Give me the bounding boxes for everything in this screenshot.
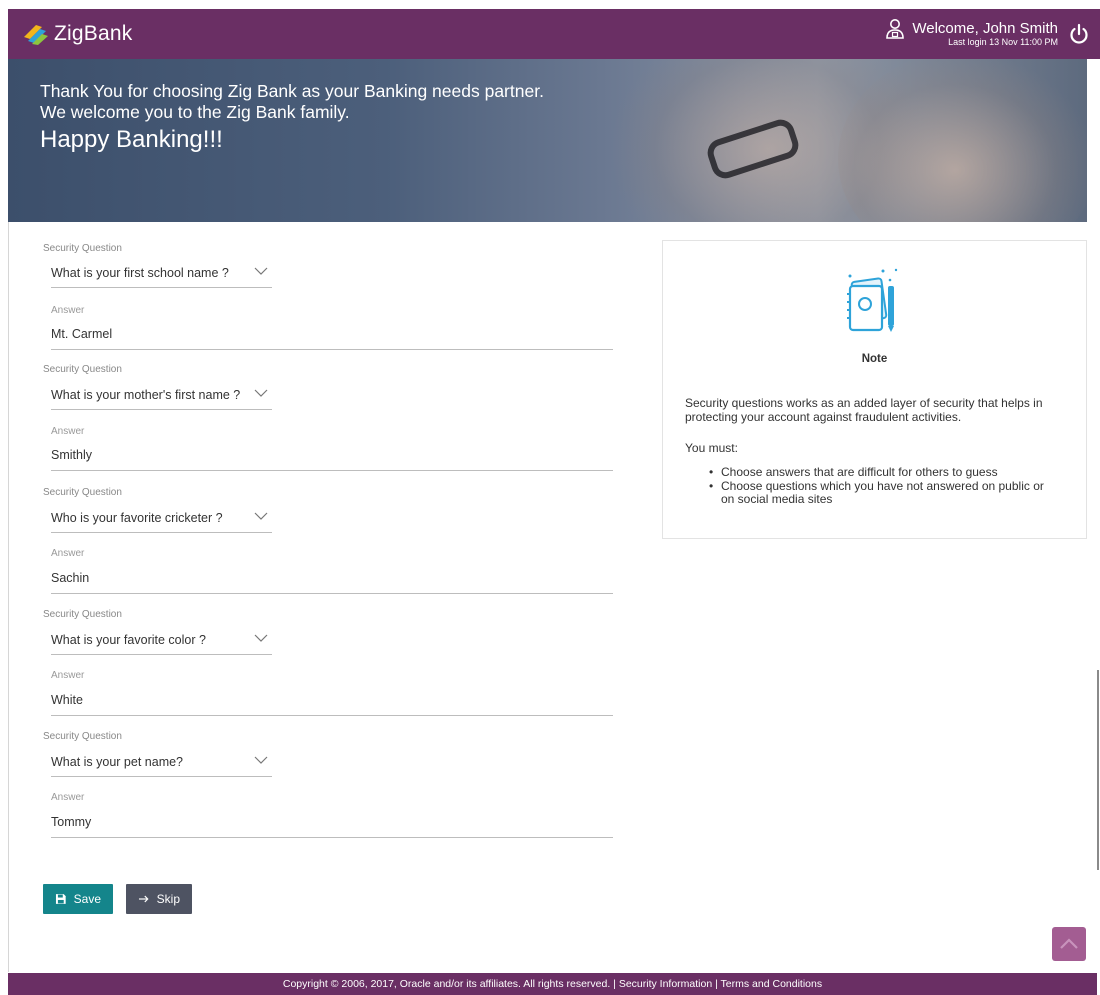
note-must-heading: You must: [685,441,738,455]
zigbank-logo-icon [24,25,48,45]
logo[interactable]: ZigBank [22,20,132,48]
user-icon[interactable] [884,18,906,40]
answer-value: White [51,693,83,707]
banner-text: Thank You for choosing Zig Bank as your … [40,81,544,155]
notebook-illustration-icon [847,268,898,332]
answer-input-2[interactable]: Smithly [51,444,613,471]
answer-label: Answer [51,670,85,681]
chevron-down-icon [254,512,268,520]
banner-line-3: Happy Banking!!! [40,126,223,153]
chevron-up-icon [1060,938,1078,949]
save-button[interactable]: Save [43,884,113,914]
brand-name: ZigBank [54,22,133,45]
last-login-text: Last login 13 Nov 11:00 PM [948,37,1058,47]
banner-line-1: Thank You for choosing Zig Bank as your … [40,81,544,101]
power-icon[interactable] [1068,23,1090,45]
chevron-down-icon [254,267,268,275]
banner-line-2: We welcome you to the Zig Bank family. [40,102,350,122]
answer-value: Tommy [51,815,92,829]
answer-label: Answer [51,426,85,437]
answer-input-5[interactable]: Tommy [51,811,613,838]
user-area: Welcome, John Smith Last login 13 Nov 11… [884,17,1090,51]
security-question-label: Security Question [43,243,122,254]
security-question-value: What is your first school name ? [51,266,229,280]
answer-input-4[interactable]: White [51,689,613,716]
answer-label: Answer [51,305,85,316]
answer-value: Sachin [51,571,90,585]
security-question-value: What is your mother's first name ? [51,388,241,402]
skip-button[interactable]: Skip [126,884,192,914]
security-question-value: What is your favorite color ? [51,633,206,647]
user-info: Welcome, John Smith Last login 13 Nov 11… [912,21,1058,47]
banner-photo-figure [838,59,1087,222]
note-title: Note [861,353,888,365]
security-question-select-4[interactable]: What is your favorite color ? [51,629,272,655]
floppy-disk-icon [55,894,66,904]
answer-label: Answer [51,548,85,559]
note-bullet-list: Choose answers that are difficult for ot… [707,465,1057,507]
security-question-label: Security Question [43,364,122,375]
answer-value: Mt. Carmel [51,327,113,341]
security-question-select-3[interactable]: Who is your favorite cricketer ? [51,507,272,533]
note-description: Security questions works as an added lay… [685,396,1043,424]
security-question-value: What is your pet name? [51,755,184,769]
security-question-select-1[interactable]: What is your first school name ? [51,262,272,288]
list-item: Choose questions which you have not answ… [707,479,1057,507]
welcome-text: Welcome, John Smith [912,20,1058,37]
answer-input-1[interactable]: Mt. Carmel [51,323,613,350]
scrollbar[interactable] [1097,670,1099,870]
note-panel: Note Security questions works as an adde… [662,240,1087,539]
answer-label: Answer [51,792,85,803]
security-question-label: Security Question [43,609,122,620]
footer: Copyright © 2006, 2017, Oracle and/or it… [8,973,1097,995]
scroll-to-top-button[interactable] [1052,927,1086,961]
app-header: ZigBank Welcome, John Smith Last login 1… [8,9,1100,59]
welcome-banner: Thank You for choosing Zig Bank as your … [8,59,1087,222]
security-question-value: Who is your favorite cricketer ? [51,511,223,525]
answer-input-3[interactable]: Sachin [51,567,613,594]
list-item: Choose answers that are difficult for ot… [707,465,1057,480]
save-button-label: Save [73,892,101,906]
chevron-down-icon [254,756,268,764]
chevron-down-icon [254,389,268,397]
arrow-right-icon [138,895,149,903]
answer-value: Smithly [51,448,92,462]
security-question-label: Security Question [43,487,122,498]
footer-text: Copyright © 2006, 2017, Oracle and/or it… [282,978,823,990]
skip-button-label: Skip [156,892,180,906]
content-divider [8,222,9,972]
security-question-select-5[interactable]: What is your pet name? [51,751,272,777]
security-question-label: Security Question [43,731,122,742]
chevron-down-icon [254,634,268,642]
security-question-select-2[interactable]: What is your mother's first name ? [51,384,272,410]
